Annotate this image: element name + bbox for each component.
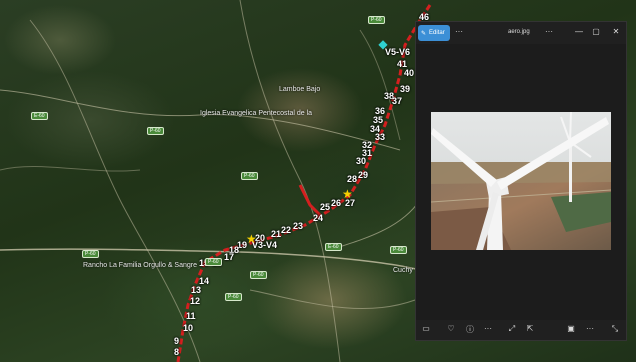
place-label[interactable]: Cuchy <box>393 267 413 274</box>
turbine-image <box>431 112 611 250</box>
actual-size-icon[interactable]: ⇱ <box>524 324 536 333</box>
minimize-button[interactable]: — <box>574 27 584 36</box>
km-marker: 28 <box>347 174 358 184</box>
title-bar[interactable]: ✎ Editar ··· aero.jpg ··· — ▢ ✕ <box>416 22 626 44</box>
km-marker: 25 <box>320 202 331 212</box>
road-badge: P-60 <box>82 250 99 258</box>
close-button[interactable]: ✕ <box>611 27 621 36</box>
place-label[interactable]: Lamboe Bajo <box>279 86 320 93</box>
road-badge: P-60 <box>250 271 267 279</box>
maximize-button[interactable]: ▢ <box>591 27 601 36</box>
km-marker: 26 <box>331 198 342 208</box>
km-marker: 12 <box>190 296 201 306</box>
km-marker: 17 <box>224 252 235 262</box>
fullscreen-icon[interactable]: ⤡ <box>609 324 621 334</box>
more-options-icon[interactable]: ··· <box>455 27 463 36</box>
road-badge: P-60 <box>368 16 385 24</box>
road-badge: P-60 <box>241 172 258 180</box>
road-badge: P-60 <box>205 258 222 266</box>
km-marker: 11 <box>186 311 196 321</box>
edit-button[interactable]: ✎ Editar <box>418 25 450 41</box>
place-label[interactable]: Iglesia Evangelica Pentecostal de la <box>200 110 312 117</box>
site-label: V5-V6 <box>385 47 411 57</box>
km-marker: 23 <box>293 221 304 231</box>
title-more-icon[interactable]: ··· <box>544 27 554 36</box>
edit-pencil-icon: ✎ <box>421 30 427 37</box>
road-badge: E-60 <box>325 243 342 251</box>
favorite-heart-icon[interactable]: ♡ <box>445 324 457 333</box>
more-options-icon[interactable]: ··· <box>482 324 494 333</box>
km-marker: 29 <box>358 170 369 180</box>
km-marker: 37 <box>392 96 403 106</box>
km-marker: 33 <box>375 132 386 142</box>
bottom-toolbar: ▭ ♡ ⓘ ··· ⤢ ⇱ ▣ ··· ⤡ <box>416 320 626 340</box>
km-marker: 24 <box>313 213 324 223</box>
km-marker: 21 <box>271 229 282 239</box>
road-badge: P-60 <box>147 127 164 135</box>
km-marker: 9 <box>174 336 180 346</box>
more-options-icon[interactable]: ··· <box>584 324 596 333</box>
road-badge: E-60 <box>31 112 48 120</box>
km-marker: 13 <box>191 285 202 295</box>
photo-viewer-window[interactable]: ✎ Editar ··· aero.jpg ··· — ▢ ✕ ▭ ♡ ⓘ ··… <box>415 21 627 341</box>
fit-to-window-icon[interactable]: ⤢ <box>506 324 518 334</box>
star-marker-icon[interactable]: ★ <box>342 188 353 200</box>
km-marker: 8 <box>174 347 180 357</box>
place-label[interactable]: Rancho La Familia Orgullo & Sangre <box>83 262 197 269</box>
km-marker: 22 <box>281 225 292 235</box>
map-pin-icon[interactable]: ◆ <box>378 38 388 50</box>
info-icon[interactable]: ⓘ <box>464 324 476 335</box>
file-name: aero.jpg <box>508 29 530 35</box>
km-marker: 40 <box>404 68 415 78</box>
km-marker: 10 <box>183 323 194 333</box>
km-marker: 39 <box>400 84 411 94</box>
km-marker: 30 <box>356 156 367 166</box>
edit-button-label: Editar <box>429 30 445 36</box>
wind-farm-route <box>176 4 432 362</box>
star-marker-icon[interactable]: ★ <box>246 233 257 245</box>
road-badge: P-60 <box>225 293 242 301</box>
crop-icon[interactable]: ▣ <box>565 324 577 333</box>
road-badge: P-60 <box>390 246 407 254</box>
slideshow-icon[interactable]: ▭ <box>420 324 432 333</box>
wind-turbine-photo <box>431 112 611 250</box>
